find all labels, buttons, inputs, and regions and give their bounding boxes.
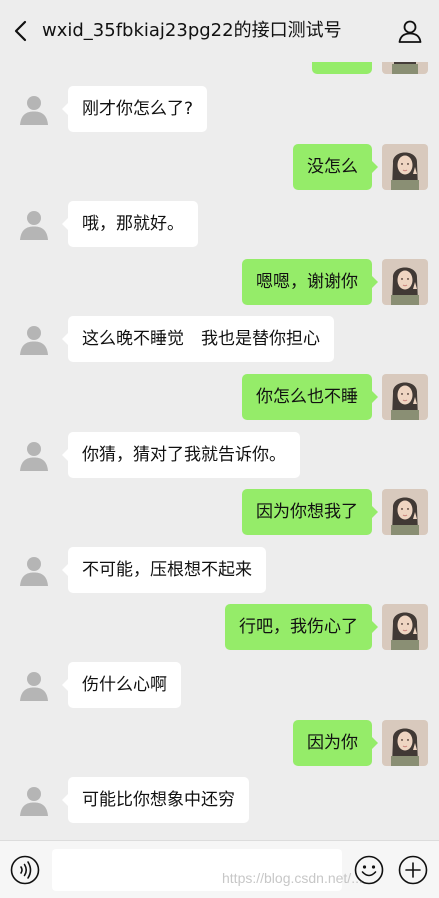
message-row: 嗯嗯，谢谢你 [0,258,439,305]
contact-avatar[interactable] [18,554,50,586]
outgoing-bubble[interactable]: 行吧，我伤心了 [225,604,378,651]
incoming-bubble[interactable]: 哦，那就好。 [62,201,198,248]
contact-avatar[interactable] [18,669,50,701]
message-row-partial [0,62,439,74]
user-avatar[interactable] [382,62,428,74]
outgoing-bubble[interactable]: 因为你 [293,719,378,766]
outgoing-bubble[interactable]: 你怎么也不睡 [242,374,378,420]
incoming-bubble[interactable]: 你猜，猜对了我就告诉你。 [62,431,300,478]
chat-title: wxid_35fbkiaj23pg22的接口测试号 [42,20,342,41]
outgoing-bubble[interactable]: 没怎么 [293,143,378,190]
chat-header: wxid_35fbkiaj23pg22的接口测试号 [0,0,439,62]
message-row: 这么晚不睡觉 我也是替你担心 [0,316,439,363]
message-list[interactable]: 刚才你怎么了? 没怎么哦，那就好。 嗯嗯，谢谢你这么晚不睡觉 我也是替你担心你怎么也… [0,62,439,840]
contact-avatar[interactable] [18,208,50,241]
voice-icon[interactable] [10,855,40,885]
message-row: 你猜，猜对了我就告诉你。 [0,431,439,478]
message-row: 因为你 [0,719,439,766]
incoming-bubble[interactable]: 不可能，压根想不起来 [62,546,266,593]
message-row: 可能比你想象中还穷 [0,777,439,824]
message-row: 因为你想我了 [0,489,439,536]
outgoing-bubble[interactable]: 嗯嗯，谢谢你 [242,258,378,305]
user-avatar[interactable] [382,489,428,536]
outgoing-bubble[interactable] [312,62,372,74]
outgoing-bubble[interactable]: 因为你想我了 [242,489,378,536]
plus-icon[interactable] [398,855,428,885]
message-row: 没怎么 [0,143,439,190]
message-row: 你怎么也不睡 [0,374,439,420]
user-avatar[interactable] [382,719,428,766]
user-avatar[interactable] [382,374,428,420]
incoming-bubble[interactable]: 刚才你怎么了? [61,86,208,132]
user-avatar[interactable] [382,143,428,190]
user-avatar[interactable] [382,258,428,305]
incoming-bubble[interactable]: 这么晚不睡觉 我也是替你担心 [62,316,334,363]
user-avatar[interactable] [382,604,428,651]
watermark: https://blog.csdn.net/... [222,870,363,886]
contact-avatar[interactable] [18,784,50,817]
message-row: 刚才你怎么了? [0,86,439,132]
person-icon[interactable] [397,18,423,44]
message-row: 哦，那就好。 [0,201,439,248]
message-row: 不可能，压根想不起来 [0,546,439,593]
incoming-bubble[interactable]: 伤什么心啊 [62,662,181,708]
input-bar [0,840,439,898]
chevron-left-icon[interactable] [8,17,36,45]
contact-avatar[interactable] [18,93,50,125]
incoming-bubble[interactable]: 可能比你想象中还穷 [62,777,249,824]
contact-avatar[interactable] [18,323,50,356]
contact-avatar[interactable] [18,439,50,471]
message-row: 行吧，我伤心了 [0,604,439,651]
message-row: 伤什么心啊 [0,662,439,708]
